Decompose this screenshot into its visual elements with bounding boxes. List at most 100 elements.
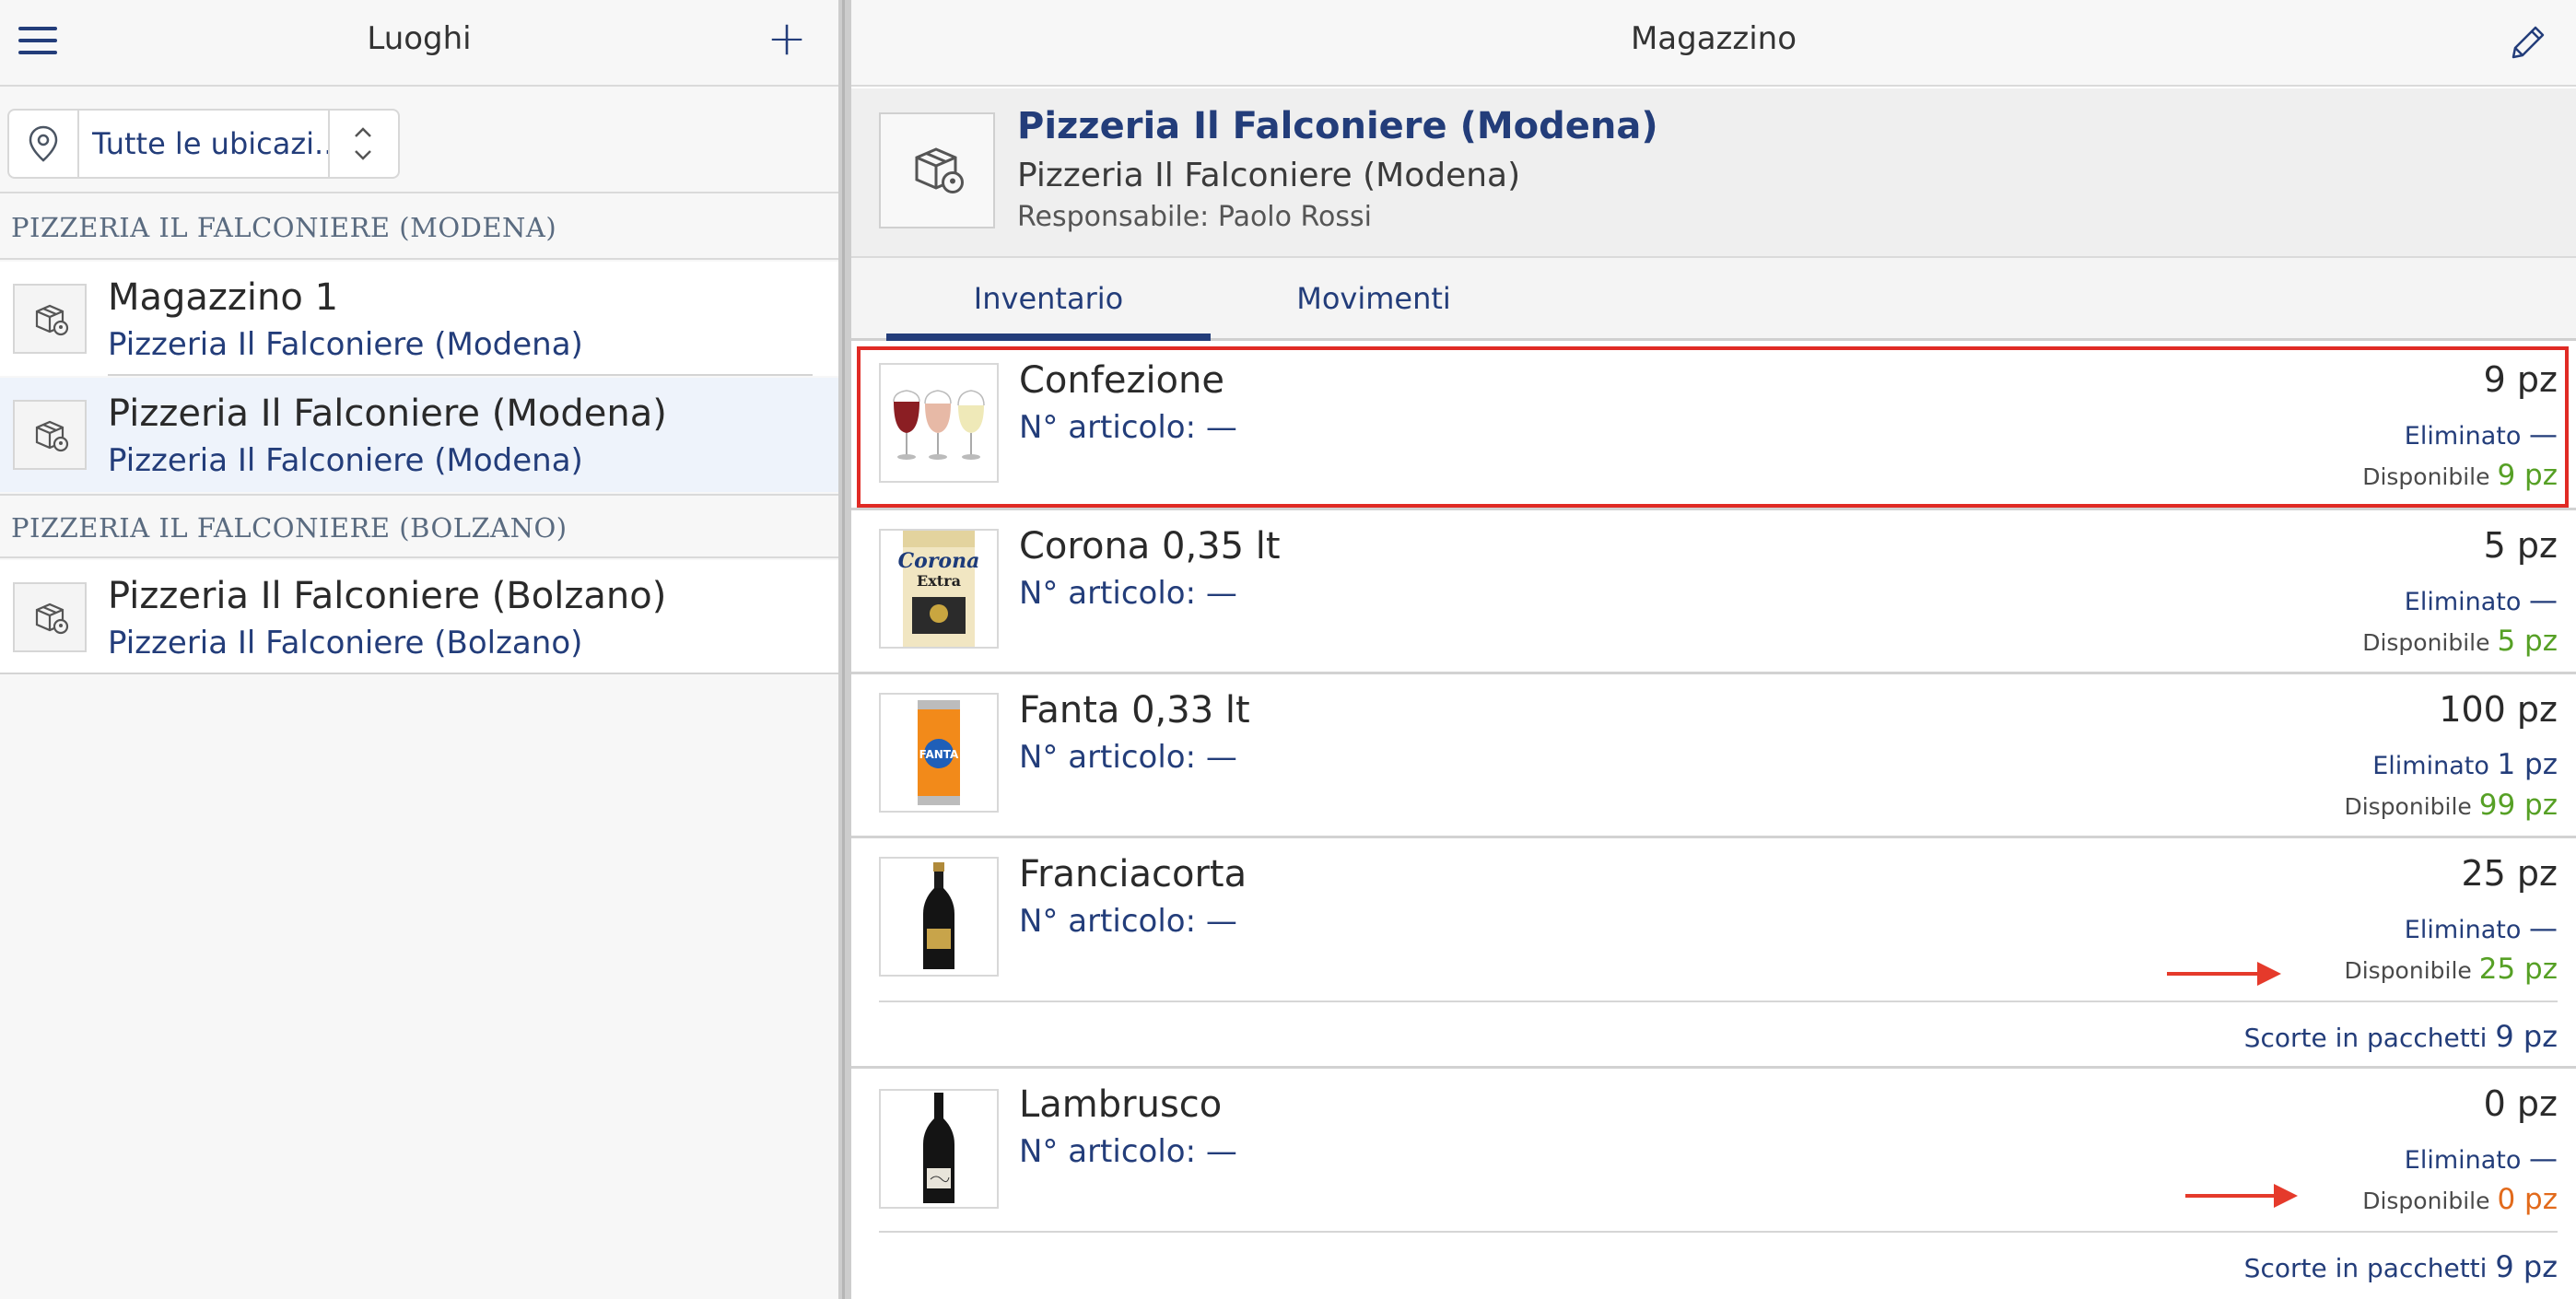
eliminato-value: 1 pz (2497, 748, 2558, 781)
inventory-row-fanta[interactable]: FANTA Fanta 0,33 lt N° articolo: — 100 p… (851, 674, 2576, 838)
locations-header: Luoghi + (0, 0, 838, 87)
item-quantity: 25 pz (2461, 853, 2558, 894)
warehouse-header: Magazzino (851, 0, 2576, 87)
item-code: N° articolo: — (1019, 1133, 1237, 1170)
disponibile-stat: Disponibile 9 pz (2362, 459, 2558, 492)
disponibile-label: Disponibile (2362, 629, 2490, 656)
product-thumbnail-lambrusco (879, 1089, 999, 1209)
warehouse-title: Magazzino (1630, 20, 1797, 57)
location-subtitle: Pizzeria Il Falconiere (Modena) (1017, 157, 1521, 194)
scorte-value: 9 pz (2495, 1019, 2558, 1054)
disponibile-value: 5 pz (2497, 625, 2558, 658)
separator (879, 1001, 2558, 1002)
arrow-annotation-lambrusco (2185, 1184, 2298, 1208)
add-location-button[interactable]: + (767, 15, 807, 64)
product-thumbnail-wine-glasses (879, 363, 999, 483)
disponibile-label: Disponibile (2344, 957, 2472, 984)
product-thumbnail-fanta: FANTA (879, 693, 999, 813)
disponibile-label: Disponibile (2362, 1188, 2490, 1214)
item-name: Franciacorta (1019, 853, 1247, 895)
item-name: Lambrusco (1019, 1083, 1223, 1126)
eliminato-label: Eliminato (2372, 752, 2489, 780)
location-name: Pizzeria Il Falconiere (Bolzano) (108, 575, 667, 617)
location-pin-icon (9, 111, 79, 177)
fanta-logo-text: FANTA (919, 748, 959, 761)
scorte-pacchetti-stat: Scorte in pacchetti 9 pz (2244, 1019, 2558, 1054)
item-name: Corona 0,35 lt (1019, 525, 1281, 568)
item-code: N° articolo: — (1019, 575, 1237, 612)
location-filter-select[interactable] (81, 111, 330, 177)
item-code: N° articolo: — (1019, 903, 1237, 940)
disponibile-stat: Disponibile 99 pz (2344, 789, 2558, 822)
location-filter (7, 109, 400, 179)
disponibile-label: Disponibile (2362, 463, 2490, 490)
location-name: Pizzeria Il Falconiere (Modena) (108, 392, 667, 435)
location-filter-row (0, 88, 838, 193)
scorte-label: Scorte in pacchetti (2243, 1253, 2488, 1283)
eliminato-label: Eliminato (2404, 916, 2522, 944)
eliminato-stat: Eliminato 1 pz (2372, 748, 2558, 781)
split-view-divider[interactable] (838, 0, 851, 1299)
location-title: Pizzeria Il Falconiere (Modena) (1017, 105, 1658, 147)
eliminato-stat: Eliminato — (2405, 584, 2558, 617)
locations-pane: Luoghi + PIZZERIA IL FALCONIERE (MODENA)… (0, 0, 838, 1299)
scorte-value: 9 pz (2495, 1249, 2558, 1284)
disponibile-value: 0 pz (2497, 1183, 2558, 1216)
eliminato-value: — (2529, 418, 2558, 451)
tab-bar: Inventario Movimenti (851, 258, 2576, 341)
location-subtitle: Pizzeria Il Falconiere (Bolzano) (108, 625, 583, 661)
tab-inventario[interactable]: Inventario (886, 258, 1211, 341)
location-item-magazzino-1[interactable]: Magazzino 1 Pizzeria Il Falconiere (Mode… (0, 262, 838, 376)
warehouse-location-icon (13, 400, 87, 470)
eliminato-label: Eliminato (2404, 1146, 2522, 1175)
tab-movimenti[interactable]: Movimenti (1211, 258, 1537, 341)
location-item-falconiere-bolzano[interactable]: Pizzeria Il Falconiere (Bolzano) Pizzeri… (0, 560, 838, 674)
inventory-row-lambrusco[interactable]: Lambrusco N° articolo: — 0 pz Eliminato … (851, 1069, 2576, 1299)
location-info-panel: Pizzeria Il Falconiere (Modena) Pizzeria… (851, 88, 2576, 258)
eliminato-stat: Eliminato — (2405, 418, 2558, 451)
disponibile-stat: Disponibile 25 pz (2344, 953, 2558, 986)
inventory-row-franciacorta[interactable]: Franciacorta N° articolo: — 25 pz Elimin… (851, 838, 2576, 1069)
eliminato-label: Eliminato (2404, 588, 2522, 616)
eliminato-label: Eliminato (2404, 422, 2522, 451)
item-name: Confezione (1019, 359, 1224, 402)
separator (108, 374, 813, 376)
item-code: N° articolo: — (1019, 739, 1237, 776)
chevron-updown-icon[interactable] (328, 111, 398, 177)
eliminato-value: — (2529, 912, 2558, 945)
scorte-label: Scorte in pacchetti (2243, 1023, 2488, 1053)
inventory-row-confezione[interactable]: Confezione N° articolo: — 9 pz Eliminato… (851, 345, 2576, 510)
scorte-pacchetti-stat: Scorte in pacchetti 9 pz (2244, 1249, 2558, 1284)
warehouse-location-icon (879, 112, 995, 228)
product-thumbnail-franciacorta (879, 857, 999, 977)
eliminato-stat: Eliminato — (2405, 1142, 2558, 1176)
location-name: Magazzino 1 (108, 276, 339, 319)
disponibile-label: Disponibile (2344, 793, 2472, 820)
disponibile-value: 99 pz (2478, 789, 2558, 822)
item-quantity: 5 pz (2483, 525, 2558, 566)
warehouse-pane: Magazzino Pizzeria Il Falconiere (Modena… (851, 0, 2576, 1299)
pencil-icon[interactable] (2506, 20, 2550, 64)
separator (879, 1231, 2558, 1233)
disponibile-value: 25 pz (2478, 953, 2558, 986)
disponibile-stat: Disponibile 0 pz (2362, 1183, 2558, 1216)
eliminato-value: — (2529, 584, 2558, 617)
eliminato-value: — (2529, 1142, 2558, 1176)
locations-title: Luoghi (367, 20, 472, 57)
location-subtitle: Pizzeria Il Falconiere (Modena) (108, 442, 583, 479)
item-code: N° articolo: — (1019, 409, 1237, 446)
separator (0, 673, 838, 674)
arrow-annotation-franciacorta (2167, 962, 2281, 986)
location-item-falconiere-modena[interactable]: Pizzeria Il Falconiere (Modena) Pizzeria… (0, 378, 838, 492)
item-quantity: 9 pz (2483, 359, 2558, 400)
item-quantity: 0 pz (2483, 1083, 2558, 1124)
eliminato-stat: Eliminato — (2405, 912, 2558, 945)
warehouse-location-icon (13, 284, 87, 354)
warehouse-location-icon (13, 582, 87, 652)
inventory-row-corona[interactable]: Corona Extra Corona 0,35 lt N° articolo:… (851, 510, 2576, 674)
location-subtitle: Pizzeria Il Falconiere (Modena) (108, 326, 583, 363)
section-header-modena: PIZZERIA IL FALCONIERE (MODENA) (0, 195, 838, 260)
product-thumbnail-corona: Corona Extra (879, 529, 999, 649)
item-name: Fanta 0,33 lt (1019, 689, 1250, 731)
item-quantity: 100 pz (2439, 689, 2558, 730)
